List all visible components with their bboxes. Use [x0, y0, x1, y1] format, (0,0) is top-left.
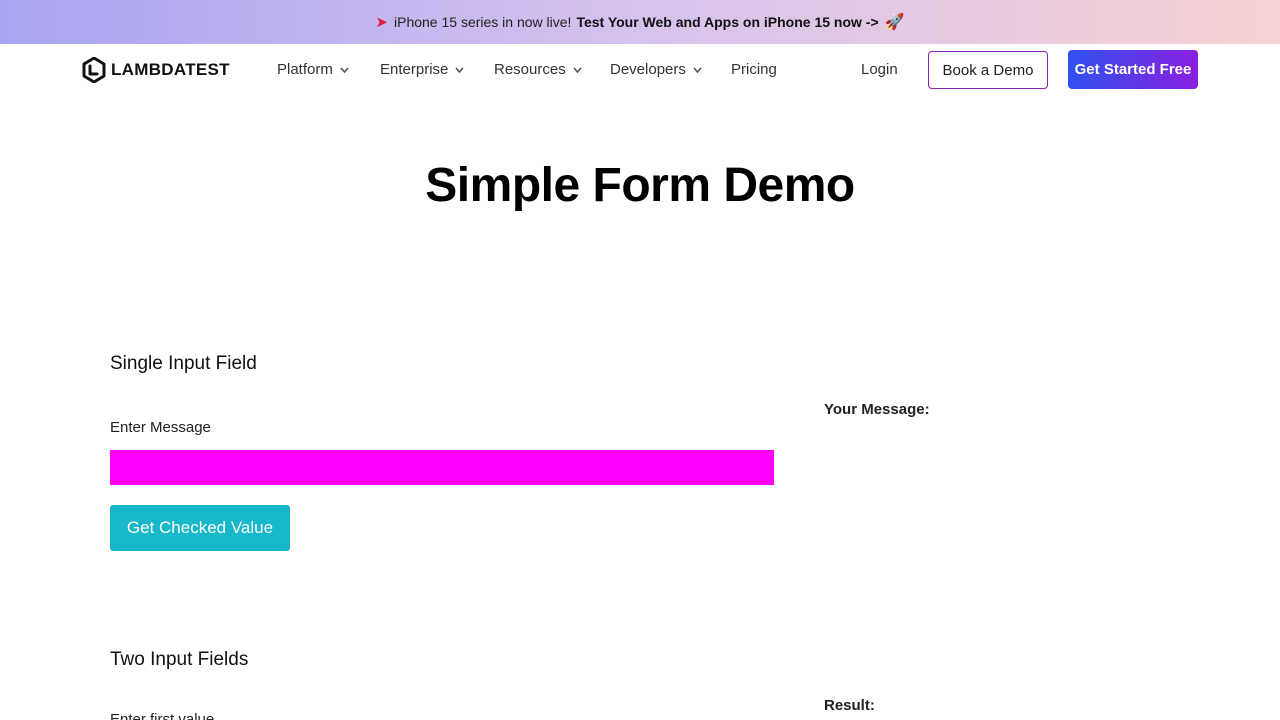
- result-label: Result:: [824, 697, 875, 714]
- lambdatest-logo-icon: [82, 57, 106, 83]
- get-started-button[interactable]: Get Started Free: [1068, 50, 1198, 89]
- navbar: LAMBDATEST Platform Enterprise Resources…: [0, 44, 1280, 96]
- page-title: Simple Form Demo: [425, 159, 855, 212]
- book-demo-button[interactable]: Book a Demo: [928, 51, 1048, 89]
- message-input[interactable]: [110, 450, 774, 485]
- rocket-icon: 🚀: [884, 14, 905, 31]
- tag-icon: ➤: [375, 14, 388, 31]
- nav-enterprise-label: Enterprise: [380, 61, 449, 78]
- single-input-section-title: Single Input Field: [110, 353, 257, 374]
- logo-text: LAMBDATEST: [111, 60, 230, 79]
- nav-developers-label: Developers: [610, 61, 686, 78]
- nav-pricing[interactable]: Pricing: [731, 61, 777, 78]
- chevron-down-icon: [573, 66, 582, 73]
- your-message-label: Your Message:: [824, 401, 930, 418]
- get-checked-value-button[interactable]: Get Checked Value: [110, 505, 290, 551]
- two-input-section-title: Two Input Fields: [110, 649, 249, 670]
- logo[interactable]: LAMBDATEST: [82, 57, 230, 83]
- first-value-label: Enter first value: [110, 711, 215, 720]
- chevron-down-icon: [455, 66, 464, 73]
- chevron-down-icon: [693, 66, 702, 73]
- nav-resources[interactable]: Resources: [494, 61, 582, 78]
- nav-platform[interactable]: Platform: [277, 61, 349, 78]
- promo-link[interactable]: Test Your Web and Apps on iPhone 15 now …: [576, 14, 878, 30]
- chevron-down-icon: [340, 66, 349, 73]
- nav-resources-label: Resources: [494, 61, 566, 78]
- promo-banner: ➤ iPhone 15 series in now live! Test You…: [0, 0, 1280, 44]
- enter-message-label: Enter Message: [110, 419, 211, 436]
- nav-enterprise[interactable]: Enterprise: [380, 61, 464, 78]
- nav-pricing-label: Pricing: [731, 61, 777, 78]
- login-link[interactable]: Login: [861, 61, 898, 78]
- promo-text: iPhone 15 series in now live!: [394, 14, 572, 30]
- nav-platform-label: Platform: [277, 61, 333, 78]
- nav-developers[interactable]: Developers: [610, 61, 702, 78]
